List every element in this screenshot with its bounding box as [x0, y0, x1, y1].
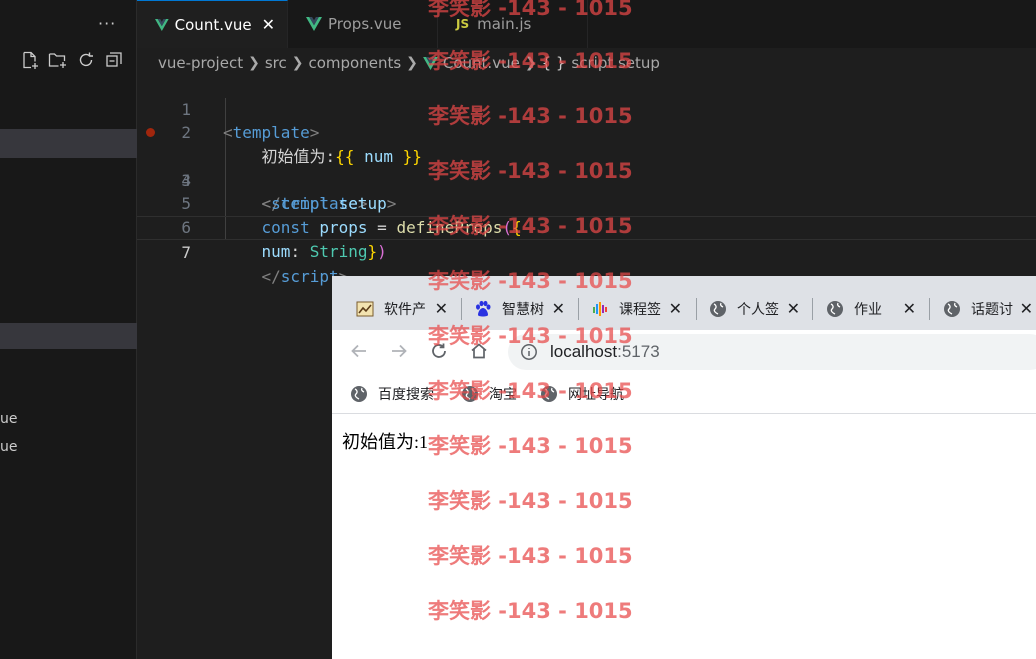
- code-token: script: [280, 266, 339, 286]
- close-icon[interactable]: ✕: [262, 15, 275, 34]
- chevron-right-icon: ❯: [248, 55, 260, 71]
- explorer-file-item[interactable]: ue: [0, 439, 18, 455]
- close-icon[interactable]: ✕: [787, 299, 800, 319]
- tab-divider: [929, 298, 930, 320]
- globe-icon: [826, 300, 844, 318]
- explorer-file-item[interactable]: ue: [0, 411, 18, 427]
- url-host: localhost: [550, 342, 618, 361]
- code-line: 1 <template>: [137, 74, 1036, 143]
- browser-window: 软件产 ✕ 智慧树 ✕ 课程签 ✕ 个人签 ✕ 作业 ✕ 话题讨 ✕ local…: [332, 276, 1036, 659]
- more-actions-icon[interactable]: ···: [98, 14, 116, 33]
- editor-tab-bar: Count.vue ✕ Props.vue JS main.js: [137, 0, 1036, 48]
- globe-icon: [350, 385, 368, 403]
- back-icon[interactable]: [348, 340, 370, 362]
- breadcrumb-item[interactable]: Count.vue: [443, 54, 520, 72]
- breadcrumb-item[interactable]: src: [265, 54, 287, 72]
- baidu-paw-icon: [474, 300, 492, 318]
- globe-icon: [461, 385, 479, 403]
- code-token: num: [261, 241, 291, 261]
- breakpoint-icon[interactable]: [146, 128, 155, 138]
- code-line-current: 7 </script>: [137, 216, 1036, 286]
- browser-tab-label: 软件产: [384, 301, 426, 317]
- breadcrumb-item[interactable]: vue-project: [158, 54, 243, 72]
- code-line: 4 <script setup>: [137, 145, 1036, 214]
- refresh-icon[interactable]: [76, 50, 96, 70]
- bookmarks-bar: 百度搜索 淘宝 网址导航: [332, 374, 1036, 414]
- js-icon: JS: [456, 17, 470, 31]
- chevron-right-icon: ❯: [524, 55, 537, 71]
- home-icon[interactable]: [468, 340, 490, 362]
- browser-tab[interactable]: 个人签 ✕: [709, 296, 800, 322]
- forward-icon[interactable]: [388, 340, 410, 362]
- explorer-selected-item[interactable]: [0, 129, 137, 158]
- tab-divider: [461, 298, 462, 320]
- browser-tab[interactable]: 课程签 ✕: [591, 296, 682, 322]
- url-port: :5173: [617, 342, 660, 361]
- tab-props-vue[interactable]: Props.vue: [288, 0, 438, 48]
- browser-tab-strip: 软件产 ✕ 智慧树 ✕ 课程签 ✕ 个人签 ✕ 作业 ✕ 话题讨 ✕: [332, 276, 1036, 330]
- explorer-actions: [20, 50, 124, 70]
- page-output-text: 初始值为:1: [342, 432, 429, 452]
- address-bar[interactable]: localhost:5173: [508, 334, 1036, 370]
- tab-divider: [812, 298, 813, 320]
- bookmark-item[interactable]: 淘宝: [461, 384, 517, 404]
- globe-icon: [540, 385, 558, 403]
- explorer-sidebar: ··· ue ue: [0, 0, 137, 659]
- vue-icon: [306, 17, 322, 31]
- browser-tab[interactable]: 作业 ✕: [826, 296, 916, 322]
- code-editor[interactable]: 1 <template> 2 初始值为:{{ num }} 3 </templa…: [137, 74, 1036, 286]
- bookmark-label: 网址导航: [568, 386, 624, 402]
- breadcrumb: vue-project ❯ src ❯ components ❯ Count.v…: [158, 52, 660, 74]
- info-icon[interactable]: [520, 343, 538, 365]
- course-favicon: [591, 300, 609, 318]
- code-line: 3 </template>: [137, 121, 1036, 213]
- bookmark-item[interactable]: 网址导航: [540, 384, 624, 404]
- software-favicon: [356, 300, 374, 318]
- breadcrumb-item[interactable]: components: [308, 54, 401, 72]
- new-folder-icon[interactable]: [48, 50, 68, 70]
- vue-icon: [155, 18, 169, 31]
- close-icon[interactable]: ✕: [669, 299, 682, 319]
- browser-tab-label: 话题讨: [971, 301, 1013, 317]
- tab-main-js[interactable]: JS main.js: [438, 0, 588, 48]
- browser-toolbar: localhost:5173: [332, 330, 1036, 374]
- bookmark-item[interactable]: 百度搜索: [350, 384, 434, 404]
- chevron-right-icon: ❯: [406, 55, 418, 71]
- browser-tab[interactable]: 软件产 ✕: [356, 296, 448, 322]
- new-file-icon[interactable]: [20, 50, 40, 70]
- tab-label: Count.vue: [174, 15, 252, 34]
- close-icon[interactable]: ✕: [1020, 299, 1033, 319]
- globe-icon: [709, 300, 727, 318]
- url-text: localhost:5173: [550, 342, 660, 362]
- chevron-right-icon: ❯: [291, 55, 304, 71]
- tab-label: main.js: [477, 15, 532, 33]
- browser-tab-label: 课程签: [619, 301, 661, 317]
- reload-icon[interactable]: [428, 340, 450, 362]
- code-line: 5 const props = defineProps({: [137, 169, 1036, 237]
- browser-tab-label: 个人签: [737, 301, 779, 317]
- collapse-all-icon[interactable]: [104, 50, 124, 70]
- symbol-braces-icon: { }: [541, 54, 566, 72]
- breadcrumb-item[interactable]: script setup: [571, 54, 660, 72]
- explorer-hover-item[interactable]: [0, 323, 137, 349]
- browser-tab-label: 作业: [854, 301, 882, 317]
- bookmark-label: 淘宝: [489, 386, 517, 402]
- code-token: String: [309, 241, 368, 261]
- tab-divider: [696, 298, 697, 320]
- code-line: 2 初始值为:{{ num }}: [137, 98, 1036, 166]
- browser-tab[interactable]: 话题讨 ✕: [943, 296, 1033, 322]
- line-number: 7: [181, 242, 191, 262]
- globe-icon: [943, 300, 961, 318]
- tab-label: Props.vue: [328, 15, 402, 33]
- close-icon[interactable]: ✕: [552, 299, 565, 319]
- close-icon[interactable]: ✕: [903, 299, 916, 319]
- close-icon[interactable]: ✕: [435, 299, 448, 319]
- bookmark-label: 百度搜索: [378, 386, 434, 402]
- browser-tab-label: 智慧树: [502, 301, 544, 317]
- browser-tab[interactable]: 智慧树 ✕: [474, 296, 565, 322]
- vue-icon: [422, 56, 438, 70]
- tab-count-vue[interactable]: Count.vue ✕: [137, 0, 288, 48]
- tab-divider: [578, 298, 579, 320]
- code-line: 6 num: String}): [137, 192, 1036, 261]
